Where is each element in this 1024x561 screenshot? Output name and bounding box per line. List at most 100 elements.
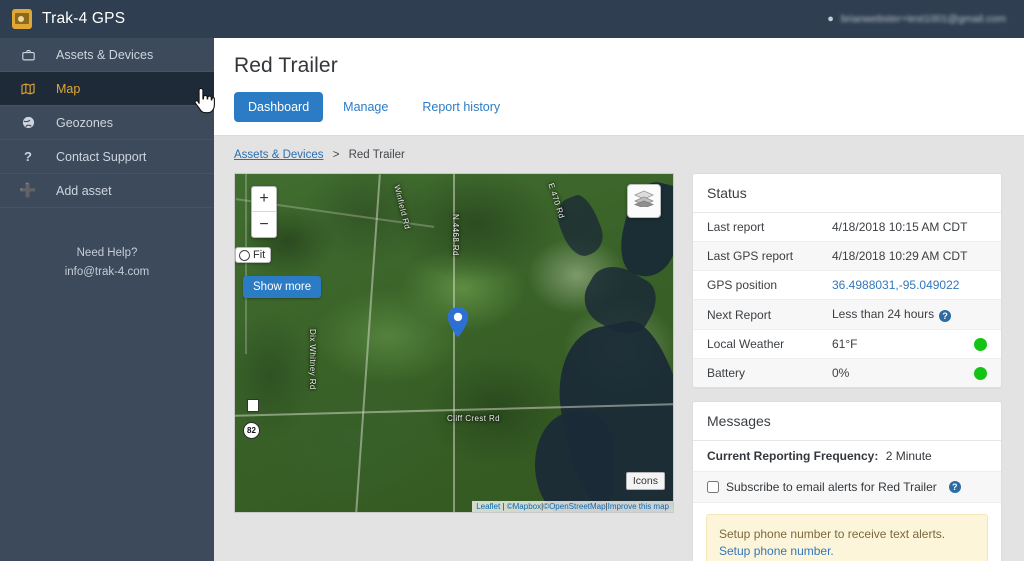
sidebar-item-contact-support[interactable]: ? Contact Support bbox=[0, 140, 214, 174]
sidebar-item-add-asset[interactable]: ➕ Add asset bbox=[0, 174, 214, 208]
page-title: Red Trailer bbox=[234, 54, 338, 77]
breadcrumb: Assets & Devices > Red Trailer bbox=[214, 136, 1024, 173]
sidebar-label: Contact Support bbox=[56, 149, 147, 164]
status-key: Battery bbox=[707, 366, 746, 380]
tab-manage[interactable]: Manage bbox=[329, 92, 402, 122]
map-layers-button[interactable] bbox=[627, 184, 661, 218]
sidebar-filler bbox=[0, 282, 214, 561]
attribution-mapbox-link[interactable]: ©Mapbox bbox=[507, 502, 541, 511]
subscribe-label: Subscribe to email alerts for Red Traile… bbox=[726, 480, 937, 494]
help-icon[interactable]: ? bbox=[948, 481, 961, 493]
status-value: 4/18/2018 10:15 AM CDT bbox=[832, 220, 968, 234]
attribution-improve-link[interactable]: Improve this map bbox=[608, 502, 669, 511]
question-icon: ? bbox=[24, 149, 32, 164]
right-column: Status Last report 4/18/2018 10:15 AM CD… bbox=[674, 173, 1002, 561]
sidebar-label: Add asset bbox=[56, 183, 112, 198]
sidebar-item-geozones[interactable]: Geozones bbox=[0, 106, 214, 140]
map-canvas[interactable]: Cliff Crest Rd Dix Whitney Rd N 4468 Rd … bbox=[234, 173, 674, 513]
subscribe-checkbox-input[interactable] bbox=[707, 481, 719, 493]
map-water-body bbox=[535, 412, 615, 512]
map-road bbox=[453, 174, 455, 512]
map-attribution: Leaflet | ©Mapbox|©OpenStreetMap|Improve… bbox=[472, 501, 673, 512]
app-root: Trak-4 GPS ● brianwebster+test1001@gmail… bbox=[0, 0, 1024, 561]
app-logo-icon bbox=[12, 9, 32, 29]
map-fit-button[interactable]: Fit bbox=[235, 247, 272, 263]
setup-phone-alert: Setup phone number to receive text alert… bbox=[706, 514, 988, 561]
status-value: 0% bbox=[832, 366, 850, 380]
need-help-title: Need Help? bbox=[76, 247, 138, 259]
status-row-local-weather: Local Weather 61°F bbox=[693, 330, 1001, 359]
need-help-block: Need Help? info@trak-4.com bbox=[0, 244, 214, 282]
map-pin-icon[interactable] bbox=[447, 307, 469, 337]
tab-bar: Dashboard Manage Report history bbox=[214, 78, 1024, 136]
map-icon bbox=[0, 82, 56, 95]
reporting-frequency-label: Current Reporting Frequency: bbox=[707, 449, 879, 463]
reporting-frequency-value: 2 Minute bbox=[885, 449, 932, 463]
sidebar-label: Geozones bbox=[56, 115, 113, 130]
status-value: Less than 24 hours bbox=[832, 307, 935, 321]
breadcrumb-separator: > bbox=[332, 149, 340, 161]
map-show-more-button[interactable]: Show more bbox=[243, 276, 322, 298]
brand-title: Trak-4 GPS bbox=[42, 10, 126, 27]
main-content: Red Trailer Dashboard Manage Report hist… bbox=[214, 38, 1024, 561]
messages-panel-heading: Messages bbox=[693, 402, 1001, 441]
map-zoom-out-button[interactable]: − bbox=[252, 212, 276, 237]
gps-position-link[interactable]: 36.4988031,-95.049022 bbox=[832, 278, 987, 292]
map-zoom-controls: + − bbox=[251, 186, 277, 238]
status-value: 4/18/2018 10:29 AM CDT bbox=[832, 249, 968, 263]
sidebar-item-map[interactable]: Map bbox=[0, 72, 214, 106]
map-road bbox=[245, 174, 247, 354]
map-fit-label: Fit bbox=[253, 249, 266, 261]
status-row-battery: Battery 0% bbox=[693, 359, 1001, 387]
need-help-email[interactable]: info@trak-4.com bbox=[0, 263, 214, 282]
help-icon[interactable]: ? bbox=[939, 310, 952, 322]
status-value: 61°F bbox=[832, 337, 858, 351]
status-row-next-report: Next Report Less than 24 hours? bbox=[693, 300, 1001, 330]
content-area: Cliff Crest Rd Dix Whitney Rd N 4468 Rd … bbox=[214, 173, 1024, 561]
layers-icon bbox=[633, 190, 655, 212]
attribution-osm-link[interactable]: ©OpenStreetMap bbox=[543, 502, 605, 511]
status-panel: Status Last report 4/18/2018 10:15 AM CD… bbox=[692, 173, 1002, 388]
tab-dashboard[interactable]: Dashboard bbox=[234, 92, 324, 122]
sidebar: Assets & Devices Map Geozones ? Contact … bbox=[0, 38, 214, 561]
attribution-leaflet-link[interactable]: Leaflet bbox=[476, 502, 500, 511]
map-column: Cliff Crest Rd Dix Whitney Rd N 4468 Rd … bbox=[234, 173, 674, 561]
fit-bounds-icon bbox=[239, 249, 250, 261]
status-key: Last report bbox=[707, 220, 765, 234]
status-key: GPS position bbox=[707, 278, 778, 292]
subscribe-email-alerts-checkbox[interactable]: Subscribe to email alerts for Red Traile… bbox=[707, 480, 987, 494]
status-row-last-gps-report: Last GPS report 4/18/2018 10:29 AM CDT bbox=[693, 242, 1001, 271]
breadcrumb-current: Red Trailer bbox=[348, 149, 405, 161]
map-icons-button[interactable]: Icons bbox=[625, 472, 665, 490]
sidebar-item-assets-devices[interactable]: Assets & Devices bbox=[0, 38, 214, 72]
status-row-last-report: Last report 4/18/2018 10:15 AM CDT bbox=[693, 213, 1001, 242]
messages-panel: Messages Current Reporting Frequency: 2 … bbox=[692, 401, 1002, 561]
top-bar: Trak-4 GPS ● brianwebster+test1001@gmail… bbox=[0, 0, 1024, 38]
account-area[interactable]: ● brianwebster+test1001@gmail.com bbox=[827, 13, 1024, 25]
status-key: Next Report bbox=[707, 307, 772, 322]
brand[interactable]: Trak-4 GPS bbox=[0, 9, 214, 29]
map-route-shield: 82 bbox=[243, 422, 260, 439]
setup-phone-number-link[interactable]: Setup phone number. bbox=[719, 544, 834, 558]
tab-report-history[interactable]: Report history bbox=[408, 92, 514, 122]
map-zoom-in-button[interactable]: + bbox=[252, 187, 276, 212]
globe-icon bbox=[0, 116, 56, 129]
status-row-gps-position: GPS position 36.4988031,-95.049022 bbox=[693, 271, 1001, 300]
reporting-frequency-row: Current Reporting Frequency: 2 Minute bbox=[693, 441, 1001, 472]
sidebar-label: Assets & Devices bbox=[56, 47, 154, 62]
app-body: Assets & Devices Map Geozones ? Contact … bbox=[0, 38, 1024, 561]
subscribe-row: Subscribe to email alerts for Red Traile… bbox=[693, 472, 1001, 503]
map-route-marker bbox=[247, 399, 259, 412]
status-indicator-dot bbox=[974, 337, 987, 351]
breadcrumb-link-assets-devices[interactable]: Assets & Devices bbox=[234, 149, 323, 161]
status-key: Last GPS report bbox=[707, 249, 794, 263]
status-panel-heading: Status bbox=[693, 174, 1001, 213]
briefcase-icon bbox=[0, 49, 56, 61]
sidebar-label: Map bbox=[56, 81, 81, 96]
status-key: Local Weather bbox=[707, 337, 785, 351]
user-icon: ● bbox=[827, 12, 834, 25]
status-indicator-dot bbox=[974, 366, 987, 380]
setup-phone-alert-text: Setup phone number to receive text alert… bbox=[719, 527, 946, 541]
plus-icon: ➕ bbox=[19, 182, 37, 198]
user-email: brianwebster+test1001@gmail.com bbox=[840, 13, 1006, 25]
